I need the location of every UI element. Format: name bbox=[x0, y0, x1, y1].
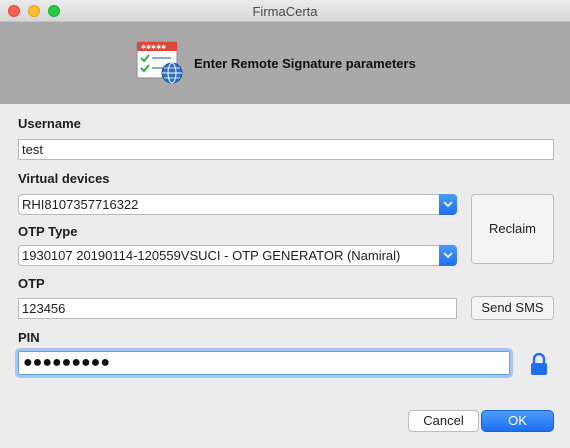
virtual-devices-value: RHI8107357716322 bbox=[22, 197, 139, 212]
ok-button[interactable]: OK bbox=[481, 410, 554, 432]
window-title: FirmaCerta bbox=[252, 4, 318, 19]
signature-certificate-icon: ✱✱✱✱✱ bbox=[136, 41, 183, 84]
pin-label: PIN bbox=[18, 330, 40, 345]
virtual-devices-select[interactable]: RHI8107357716322 bbox=[18, 194, 457, 215]
send-sms-button[interactable]: Send SMS bbox=[471, 296, 554, 320]
chevron-down-icon[interactable] bbox=[439, 194, 457, 215]
window-titlebar: FirmaCerta bbox=[0, 0, 570, 22]
otp-field[interactable]: 123456 bbox=[18, 298, 457, 319]
otp-type-value: 1930107 20190114-120559VSUCI - OTP GENER… bbox=[22, 248, 401, 263]
otp-type-label: OTP Type bbox=[18, 224, 78, 239]
lock-icon[interactable] bbox=[530, 352, 548, 376]
username-field[interactable]: test bbox=[18, 139, 554, 160]
dialog-title: Enter Remote Signature parameters bbox=[194, 56, 416, 71]
otp-type-select[interactable]: 1930107 20190114-120559VSUCI - OTP GENER… bbox=[18, 245, 457, 266]
dialog-header: ✱✱✱✱✱ Enter Remote Signature parameters bbox=[0, 22, 570, 104]
chevron-down-icon[interactable] bbox=[439, 245, 457, 266]
svg-text:✱✱✱✱✱: ✱✱✱✱✱ bbox=[141, 44, 166, 51]
cancel-button[interactable]: Cancel bbox=[408, 410, 479, 432]
username-label: Username bbox=[18, 116, 81, 131]
pin-field[interactable]: ●●●●●●●●● bbox=[18, 351, 510, 375]
otp-label: OTP bbox=[18, 276, 45, 291]
reclaim-button[interactable]: Reclaim bbox=[471, 194, 554, 264]
virtual-devices-label: Virtual devices bbox=[18, 171, 110, 186]
